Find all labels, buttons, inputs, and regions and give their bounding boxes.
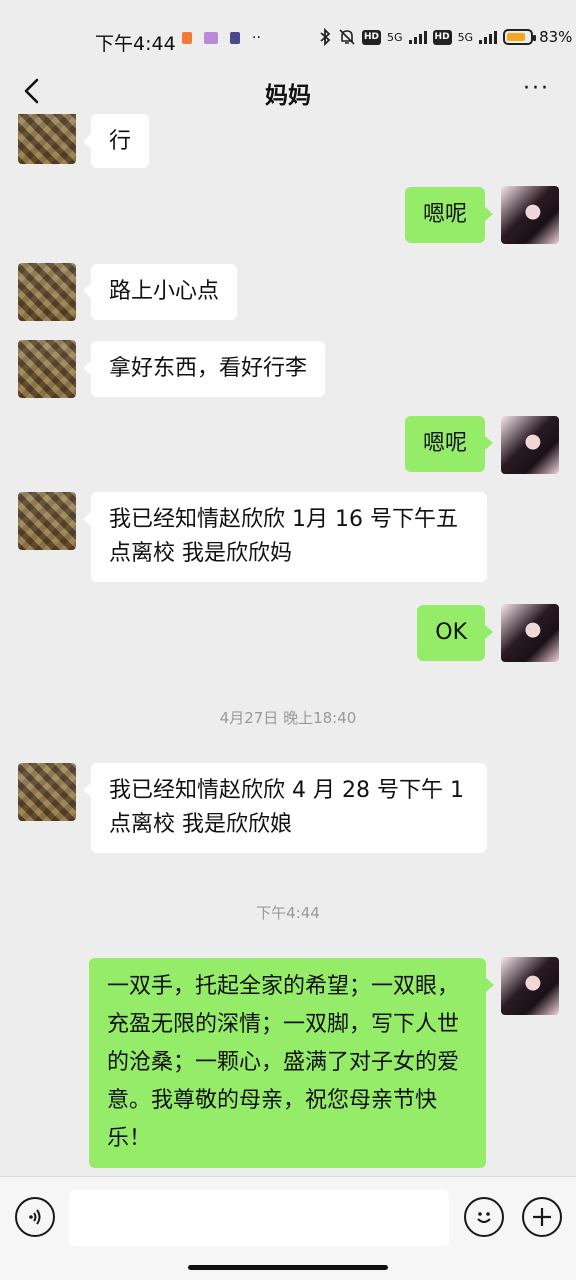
network-type: 5G xyxy=(387,30,403,44)
bluetooth-icon xyxy=(320,28,331,46)
app-notification-icon xyxy=(230,32,240,44)
my-avatar[interactable] xyxy=(501,957,559,1015)
message-bubble[interactable]: 我已经知情赵欣欣 4 月 28 号下午 1 点离校 我是欣欣娘 xyxy=(83,763,487,853)
more-functions-button[interactable] xyxy=(522,1197,562,1237)
my-avatar[interactable] xyxy=(501,186,559,244)
chat-header: 妈妈 ··· xyxy=(0,70,576,114)
contact-avatar[interactable] xyxy=(18,763,76,821)
notification-icons: ·· xyxy=(182,30,261,46)
network-type: 5G xyxy=(457,30,474,44)
message-bubble[interactable]: 嗯呢 xyxy=(404,187,494,243)
battery-icon xyxy=(503,29,537,45)
battery-percent: 83% xyxy=(539,28,573,46)
message-bubble[interactable]: 一双手，托起全家的希望；一双眼，充盈无限的深情；一双脚，写下人世的沧桑；一颗心，… xyxy=(89,958,494,1168)
more-options-button[interactable]: ··· xyxy=(523,78,550,100)
my-avatar[interactable] xyxy=(501,416,559,474)
message-bubble[interactable]: 拿好东西，看好行李 xyxy=(82,341,326,397)
hd-badge: HD xyxy=(362,29,382,45)
voice-icon xyxy=(29,1209,41,1225)
app-notification-icon xyxy=(182,32,192,44)
hd-badge: HD xyxy=(432,29,452,45)
voice-button[interactable] xyxy=(15,1197,55,1237)
contact-avatar[interactable] xyxy=(18,340,76,398)
emoji-icon xyxy=(477,1212,491,1223)
message-bubble[interactable]: 路上小心点 xyxy=(82,264,238,320)
contact-avatar[interactable] xyxy=(18,114,76,164)
my-avatar[interactable] xyxy=(501,604,559,662)
signal-icon xyxy=(408,30,427,44)
message-bubble[interactable]: 嗯呢 xyxy=(404,416,494,472)
home-indicator[interactable] xyxy=(188,1265,388,1270)
message-list[interactable]: 行 嗯呢 路上小心点 拿好东西，看好行李 嗯呢 我已经知情赵欣欣 1月 16 号… xyxy=(0,114,576,1176)
message-bubble[interactable]: 行 xyxy=(82,114,150,168)
status-time: 下午4:44 xyxy=(95,33,176,55)
contact-avatar[interactable] xyxy=(18,492,76,550)
status-indicators: HD 5G HD 5G 83% xyxy=(318,28,572,46)
emoji-button[interactable] xyxy=(464,1197,504,1237)
plus-icon xyxy=(533,1208,551,1226)
status-bar: 下午4:44 ·· HD 5G HD 5G 83% xyxy=(0,0,576,70)
app-notification-icon xyxy=(204,32,218,44)
signal-icon xyxy=(479,30,498,44)
message-bubble[interactable]: OK xyxy=(417,605,493,661)
chat-title: 妈妈 xyxy=(265,83,311,109)
mute-bell-icon xyxy=(339,29,355,45)
message-input[interactable] xyxy=(69,1190,449,1246)
more-notifications-icon: ·· xyxy=(252,30,261,46)
message-timestamp: 下午4:44 xyxy=(256,904,320,922)
message-timestamp: 4月27日 晚上18:40 xyxy=(219,709,357,727)
contact-avatar[interactable] xyxy=(18,263,76,321)
message-bubble[interactable]: 我已经知情赵欣欣 1月 16 号下午五点离校 我是欣欣妈 xyxy=(83,492,487,582)
